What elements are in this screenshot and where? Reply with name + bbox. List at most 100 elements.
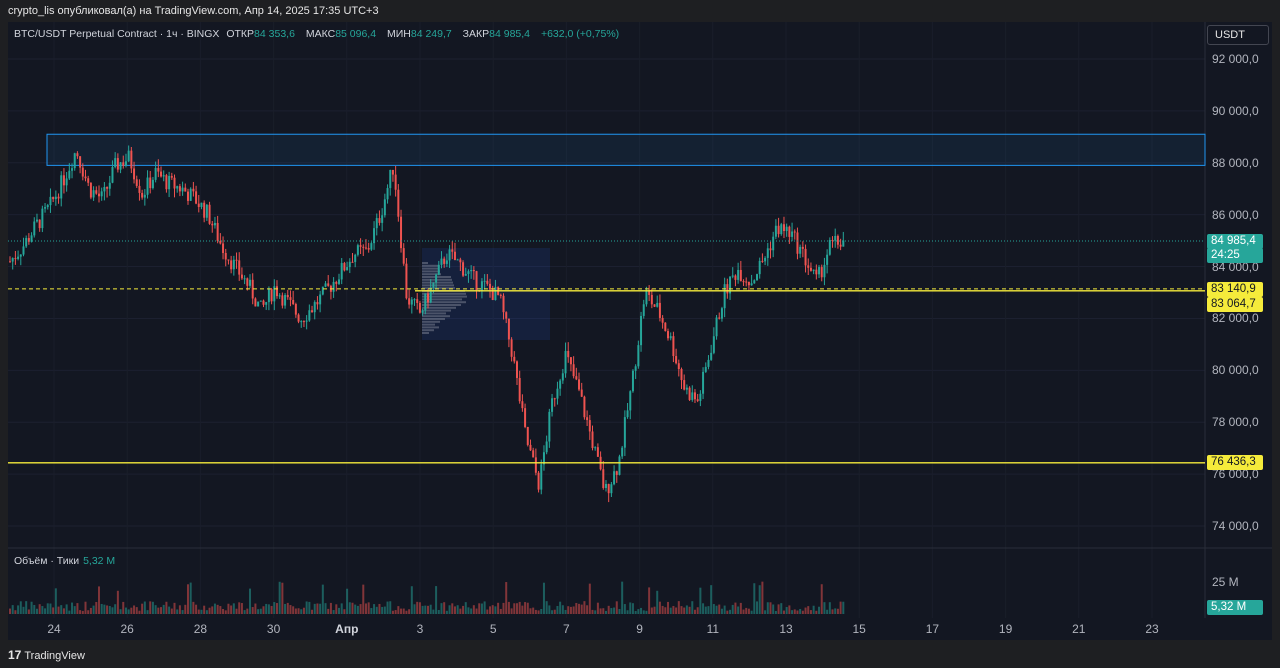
candle-body <box>820 267 823 278</box>
candle-body <box>114 158 117 167</box>
candle-body <box>410 299 413 305</box>
volume-bar <box>489 606 492 614</box>
candle-body <box>54 196 57 200</box>
time-tick: 23 <box>1145 622 1159 636</box>
volume-bar <box>591 609 594 614</box>
chart-plot[interactable] <box>0 0 1280 668</box>
volume-bar <box>818 606 821 614</box>
candle-body <box>464 273 467 276</box>
candle-body <box>181 187 184 192</box>
candle-body <box>240 274 243 279</box>
volume-bar <box>702 603 705 614</box>
candle-body <box>764 257 767 262</box>
candle-body <box>656 302 659 307</box>
candle-body <box>157 167 160 172</box>
volume-bar <box>448 605 451 614</box>
volume-bar <box>642 610 645 614</box>
volume-profile-row <box>422 284 454 287</box>
volume-bar <box>764 610 767 614</box>
candle-body <box>572 364 575 377</box>
volume-bar <box>453 606 456 614</box>
volume-bar <box>378 603 381 614</box>
volume-bar <box>292 606 295 614</box>
volume-bar <box>316 603 319 614</box>
volume-bar <box>243 610 246 614</box>
volume-bar <box>200 609 203 614</box>
candle-body <box>249 279 252 286</box>
candle-body <box>578 379 581 390</box>
volume-bar <box>351 602 354 614</box>
candle-body <box>532 450 535 458</box>
volume-bar <box>418 602 421 614</box>
candle-body <box>270 289 273 302</box>
volume-bar <box>791 610 794 614</box>
volume-bar <box>289 605 292 614</box>
volume-bar <box>596 602 599 614</box>
candle-body <box>672 336 675 357</box>
candle-body <box>588 420 591 432</box>
time-tick: 11 <box>706 622 720 636</box>
volume-bar <box>842 601 845 614</box>
tradingview-logo[interactable]: 17 TradingView <box>8 648 85 662</box>
level-3-label: 76 436,3 <box>1207 455 1263 470</box>
volume-bar <box>84 601 87 614</box>
volume-bar <box>747 608 750 614</box>
volume-bar <box>766 602 769 614</box>
volume-bar <box>246 608 249 614</box>
volume-bar <box>456 605 459 614</box>
volume-bar <box>785 607 788 614</box>
time-tick: 26 <box>120 622 134 636</box>
candle-body <box>594 447 597 449</box>
volume-bar <box>362 584 365 614</box>
resistance-zone-box <box>46 133 1206 166</box>
volume-bar <box>575 602 578 614</box>
candle-body <box>259 300 262 302</box>
candle-body <box>143 194 146 198</box>
candle-body <box>138 185 141 193</box>
volume-bar <box>79 610 82 614</box>
candle-body <box>796 232 799 254</box>
candle-body <box>745 281 748 283</box>
volume-bar <box>685 605 688 614</box>
volume-bar <box>745 607 748 614</box>
candle-body <box>586 417 589 421</box>
volume-bar <box>211 606 214 614</box>
candle-body <box>658 302 661 318</box>
price-tick: 74 000,0 <box>1212 519 1259 533</box>
volume-bar <box>507 601 510 614</box>
open-label: ОТКР <box>226 28 255 40</box>
volume-bar <box>769 602 772 614</box>
symbol-title[interactable]: BTC/USDT Perpetual Contract · 1ч · BINGX <box>14 28 219 40</box>
candle-body <box>9 261 11 263</box>
volume-bar <box>319 603 322 614</box>
candle-body <box>737 269 740 280</box>
low-label: МИН <box>386 28 411 40</box>
candle-body <box>623 417 626 448</box>
volume-bar <box>54 588 57 614</box>
candle-body <box>693 392 696 400</box>
volume-bar <box>275 603 278 614</box>
volume-bar <box>327 608 330 614</box>
volume-bar <box>160 607 163 614</box>
candle-body <box>308 310 311 321</box>
candle-body <box>618 456 621 475</box>
bottom-bar: 17 TradingView <box>0 640 1280 668</box>
volume-bars <box>9 581 845 614</box>
candle-body <box>154 167 157 180</box>
candle-body <box>534 457 537 473</box>
volume-bar <box>232 603 235 614</box>
candle-body <box>160 171 163 177</box>
volume-bar <box>729 609 732 614</box>
candle-body <box>367 248 370 250</box>
candle-body <box>758 260 761 275</box>
volume-bar <box>480 603 483 614</box>
volume-bar <box>216 604 219 614</box>
price-tick: 90 000,0 <box>1212 103 1259 118</box>
volume-bar <box>259 608 262 614</box>
currency-button[interactable]: USDT <box>1207 25 1269 45</box>
volume-bar <box>424 605 427 614</box>
volume-bar <box>375 606 378 614</box>
candle-body <box>402 248 405 264</box>
candle-body <box>178 186 181 192</box>
volume-bar <box>578 603 581 614</box>
